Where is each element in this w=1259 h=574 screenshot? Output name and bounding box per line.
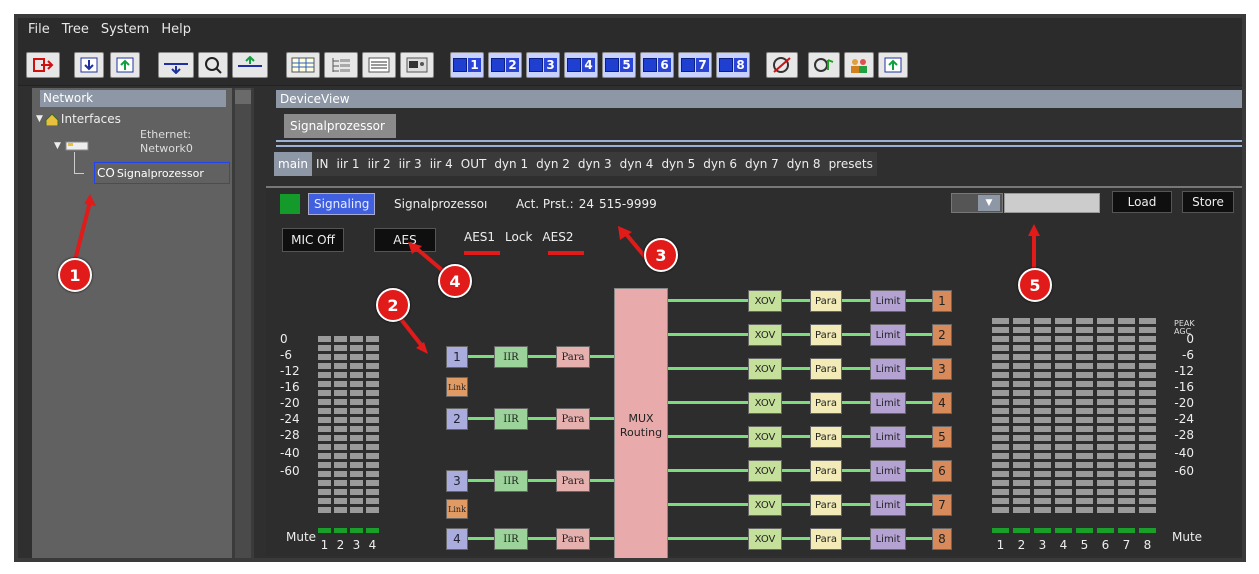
app-window: File Tree System Help 1 2 3 4 5 6 7 8 Ne… bbox=[14, 14, 1246, 562]
annotation-arrows bbox=[72, 194, 1040, 354]
callout-5: 5 bbox=[1018, 268, 1052, 302]
callout-3: 3 bbox=[644, 238, 678, 272]
arrow-4 bbox=[414, 246, 444, 272]
arrow-1 bbox=[72, 201, 92, 265]
arrowhead-1 bbox=[84, 194, 96, 206]
callout-4: 4 bbox=[438, 264, 472, 298]
arrow-2 bbox=[398, 316, 424, 348]
arrow-3 bbox=[624, 232, 648, 260]
callout-2: 2 bbox=[376, 288, 410, 322]
arrowhead-5 bbox=[1028, 224, 1040, 236]
callout-1: 1 bbox=[58, 258, 92, 292]
